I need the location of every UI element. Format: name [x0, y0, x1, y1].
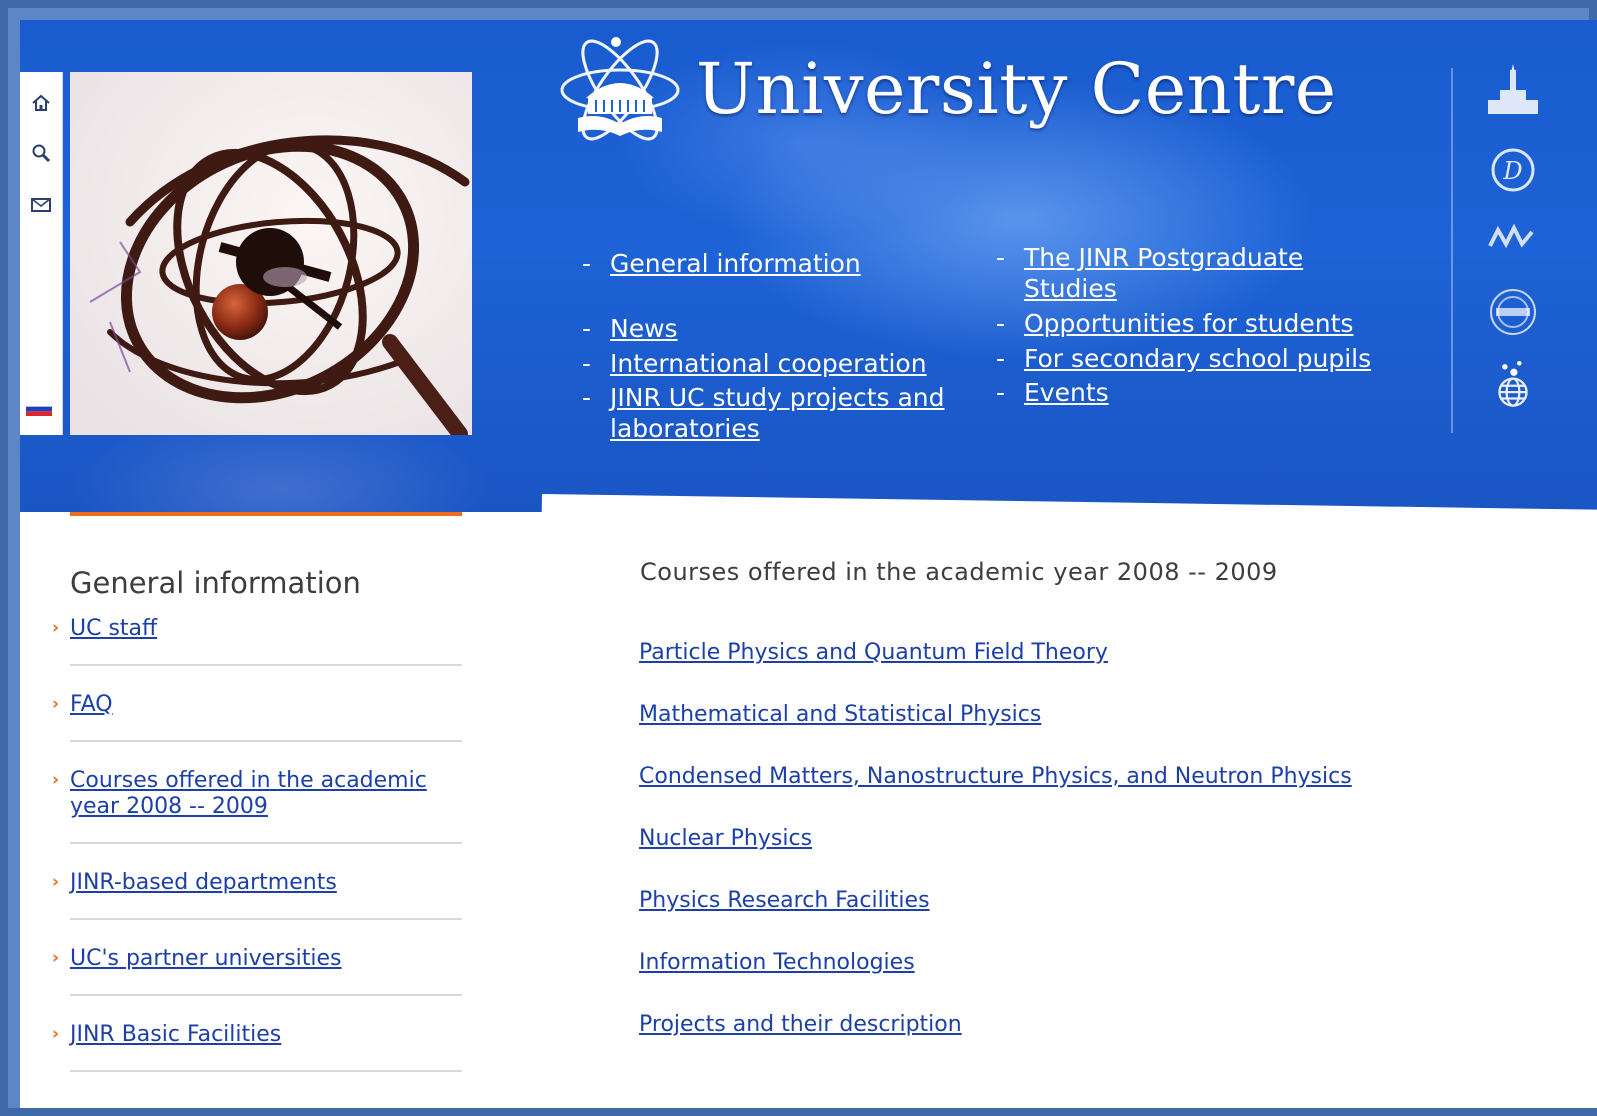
page-title: Courses offered in the academic year 200…: [640, 558, 1278, 586]
svg-text:D: D: [1502, 157, 1522, 185]
russian-flag-icon[interactable]: [26, 402, 52, 416]
mail-icon[interactable]: [30, 194, 52, 216]
chevron-right-icon: ›: [52, 694, 60, 714]
sidebar-link[interactable]: UC's partner universities: [70, 946, 462, 972]
mirea-logo[interactable]: [1482, 282, 1544, 338]
nav-link[interactable]: News: [610, 313, 678, 344]
sidebar-link[interactable]: JINR-based departments: [70, 870, 462, 896]
sidebar: General information › UC staff › FAQ › C…: [20, 512, 542, 1108]
nav-link[interactable]: The JINR Postgraduate Studies: [1024, 242, 1356, 304]
nav-dash: -: [582, 349, 592, 378]
hero-image: [70, 72, 472, 435]
header: University Centre - General information …: [20, 20, 1597, 532]
nav-dash: -: [582, 383, 592, 412]
sidebar-item-uc-staff[interactable]: › UC staff: [52, 616, 462, 666]
nav-item-opportunities-for-students[interactable]: - Opportunities for students: [996, 308, 1353, 339]
nav-link[interactable]: For secondary school pupils: [1024, 343, 1371, 374]
globe-logo[interactable]: [1482, 356, 1544, 412]
nav-dash: -: [996, 378, 1006, 407]
sidebar-link[interactable]: Courses offered in the academic year 200…: [70, 768, 462, 820]
nav-link[interactable]: JINR UC study projects and laboratories: [610, 382, 982, 444]
course-link-projects[interactable]: Projects and their description: [639, 1012, 962, 1037]
nav-item-postgraduate-studies[interactable]: - The JINR Postgraduate Studies: [996, 242, 1356, 304]
dubna-university-logo[interactable]: D: [1482, 142, 1544, 198]
sidebar-title: General information: [70, 566, 361, 600]
nav-link[interactable]: International cooperation: [610, 348, 927, 379]
sidebar-link[interactable]: UC staff: [70, 616, 462, 642]
course-link-research-facilities[interactable]: Physics Research Facilities: [639, 888, 930, 913]
course-link-mathematical-physics[interactable]: Mathematical and Statistical Physics: [639, 702, 1041, 727]
site-title: University Centre: [696, 48, 1337, 130]
search-icon[interactable]: [30, 142, 52, 164]
nav-item-news[interactable]: - News: [582, 313, 678, 344]
atom-sculpture-image: [70, 72, 472, 435]
nav-item-international-cooperation[interactable]: - International cooperation: [582, 348, 927, 379]
msu-building-logo[interactable]: [1482, 64, 1544, 120]
nav-link[interactable]: Opportunities for students: [1024, 308, 1353, 339]
sidebar-item-jinr-departments[interactable]: › JINR-based departments: [52, 870, 462, 920]
sidebar-link[interactable]: JINR Basic Facilities: [70, 1022, 462, 1048]
sidebar-accent-bar: [70, 512, 462, 516]
chevron-right-icon: ›: [52, 948, 60, 968]
home-icon[interactable]: [30, 92, 52, 114]
sidebar-item-courses[interactable]: › Courses offered in the academic year 2…: [52, 768, 462, 844]
nav-item-study-projects[interactable]: - JINR UC study projects and laboratorie…: [582, 382, 982, 444]
course-link-particle-physics[interactable]: Particle Physics and Quantum Field Theor…: [639, 640, 1108, 665]
course-link-information-technologies[interactable]: Information Technologies: [639, 950, 915, 975]
nav-link[interactable]: General information: [610, 248, 861, 279]
chevron-right-icon: ›: [52, 618, 60, 638]
chevron-right-icon: ›: [52, 1024, 60, 1044]
chevron-right-icon: ›: [52, 872, 60, 892]
sidebar-item-basic-facilities[interactable]: › JINR Basic Facilities: [52, 1022, 462, 1072]
nav-item-secondary-school-pupils[interactable]: - For secondary school pupils: [996, 343, 1371, 374]
chevron-right-icon: ›: [52, 770, 60, 790]
header-divider: [1451, 68, 1453, 433]
nav-item-events[interactable]: - Events: [996, 377, 1109, 408]
nav-dash: -: [996, 344, 1006, 373]
sidebar-item-partner-universities[interactable]: › UC's partner universities: [52, 946, 462, 996]
mephi-logo[interactable]: [1482, 210, 1544, 266]
course-link-condensed-matters[interactable]: Condensed Matters, Nanostructure Physics…: [639, 764, 1352, 789]
sidebar-link[interactable]: FAQ: [70, 692, 462, 718]
main-content: Courses offered in the academic year 200…: [542, 532, 1597, 1108]
page: University Centre - General information …: [20, 20, 1597, 1108]
nav-dash: -: [996, 309, 1006, 338]
nav-dash: -: [996, 243, 1006, 272]
nav-item-general-information[interactable]: - General information: [582, 248, 861, 279]
nav-dash: -: [582, 249, 592, 278]
nav-dash: -: [582, 314, 592, 343]
nav-link[interactable]: Events: [1024, 377, 1109, 408]
sidebar-item-faq[interactable]: › FAQ: [52, 692, 462, 742]
icon-rail: [20, 72, 63, 435]
course-link-nuclear-physics[interactable]: Nuclear Physics: [639, 826, 812, 851]
